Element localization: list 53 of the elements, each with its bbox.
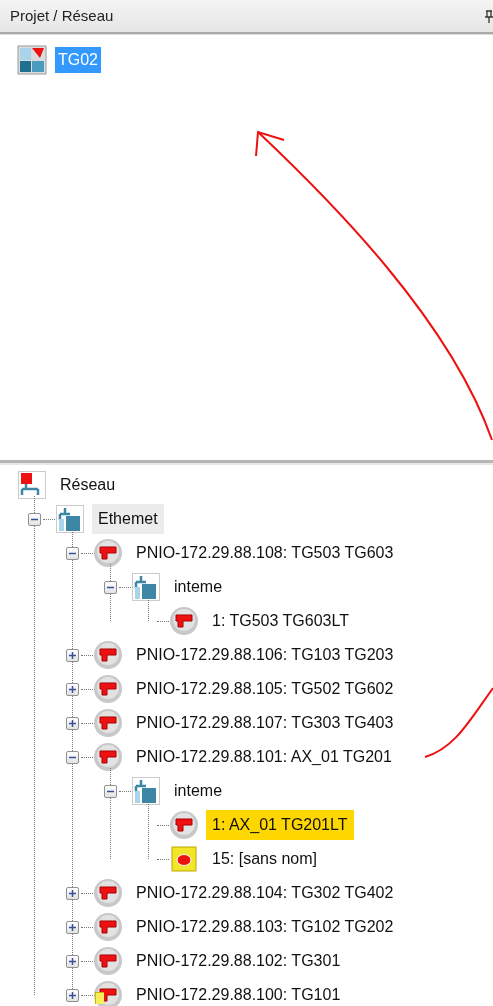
plus-icon [67, 718, 77, 728]
device-icon [93, 912, 123, 942]
tree-item-label[interactable]: PNIO-172.29.88.100: TG101 [130, 980, 347, 1006]
tree-item-label[interactable]: PNIO-172.29.88.104: TG302 TG402 [130, 878, 400, 908]
plus-icon [67, 684, 77, 694]
tree-item-label[interactable]: PNIO-172.29.88.101: AX_01 TG201 [130, 742, 398, 772]
device-icon [93, 946, 123, 976]
plus-icon [67, 956, 77, 966]
expand-toggle[interactable] [65, 682, 79, 696]
tree-item-label[interactable]: 1: TG503 TG603LT [206, 606, 355, 636]
device-icon [93, 674, 123, 704]
collapse-toggle[interactable] [27, 512, 41, 526]
tree-item-label[interactable]: 1: AX_01 TG201LT [206, 810, 354, 840]
device-icon [93, 742, 123, 772]
panel-title: Projet / Réseau [10, 5, 114, 26]
device-icon [93, 708, 123, 738]
expand-toggle[interactable] [65, 886, 79, 900]
expand-toggle[interactable] [65, 648, 79, 662]
tree-item-label[interactable]: PNIO-172.29.88.103: TG102 TG202 [130, 912, 400, 942]
device-icon [93, 878, 123, 908]
collapse-toggle[interactable] [103, 580, 117, 594]
plus-icon [67, 650, 77, 660]
plus-icon [67, 990, 77, 1000]
device-icon [169, 810, 199, 840]
network-bus-icon [56, 505, 84, 533]
collapse-toggle[interactable] [65, 546, 79, 560]
plus-icon [67, 922, 77, 932]
tree-item-label[interactable]: PNIO-172.29.88.105: TG502 TG602 [130, 674, 400, 704]
device-icon [93, 538, 123, 568]
tree-item-label[interactable]: PNIO-172.29.88.102: TG301 [130, 946, 347, 976]
expand-toggle[interactable] [65, 920, 79, 934]
plus-icon [67, 888, 77, 898]
expand-toggle[interactable] [65, 988, 79, 1002]
tree-item-label[interactable]: PNIO-172.29.88.106: TG103 TG203 [130, 640, 400, 670]
expand-toggle[interactable] [65, 716, 79, 730]
tree-item-label[interactable]: inteme [168, 776, 229, 806]
pin-icon[interactable] [485, 9, 493, 23]
device-icon [93, 640, 123, 670]
tree-item-label[interactable]: PNIO-172.29.88.108: TG503 TG603 [130, 538, 400, 568]
collapse-toggle[interactable] [65, 750, 79, 764]
tree-item-label[interactable]: inteme [168, 572, 229, 602]
network-bus-icon [132, 777, 160, 805]
tree-item-label[interactable]: Ethemet [92, 504, 164, 534]
expand-toggle[interactable] [65, 954, 79, 968]
device-icon [169, 606, 199, 636]
tree-item-label[interactable]: Réseau [54, 470, 122, 500]
tree-item-label[interactable]: PNIO-172.29.88.107: TG303 TG403 [130, 708, 400, 738]
collapse-toggle[interactable] [103, 784, 117, 798]
network-bus-icon [132, 573, 160, 601]
module-icon [170, 845, 198, 873]
tree-item-label[interactable]: 15: [sans nom] [206, 844, 323, 874]
network-icon [18, 471, 46, 499]
project-icon [17, 45, 47, 75]
